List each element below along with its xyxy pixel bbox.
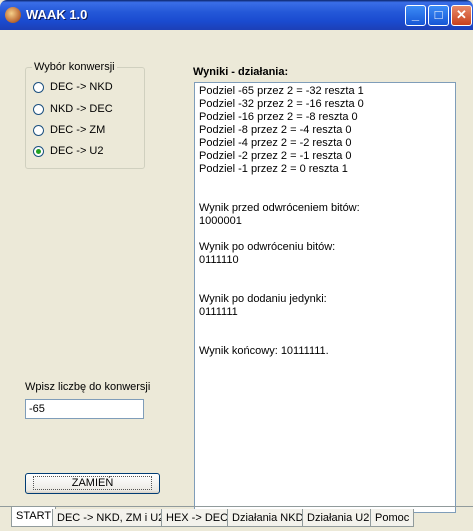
tab-start[interactable]: START <box>11 507 57 527</box>
conversion-group-title: Wybór konwersji <box>32 61 117 73</box>
maximize-button[interactable]: □ <box>428 5 449 26</box>
result-line <box>199 319 451 332</box>
close-button[interactable]: ✕ <box>451 5 472 26</box>
radio-button-icon[interactable] <box>33 103 44 115</box>
results-title: Wyniki - działania: <box>193 66 289 78</box>
result-line <box>199 189 451 202</box>
result-line <box>199 332 451 345</box>
result-line: Podziel -4 przez 2 = -2 reszta 0 <box>199 137 352 149</box>
result-line <box>199 176 451 189</box>
result-line: 0111110 <box>199 254 239 266</box>
convert-button[interactable]: ZAMIEŃ <box>25 473 160 494</box>
radio-dec-zm[interactable]: DEC -> ZM <box>33 122 105 138</box>
convert-button-label: ZAMIEŃ <box>32 476 153 490</box>
radio-button-icon[interactable] <box>33 124 44 136</box>
minimize-button[interactable]: _ <box>405 5 426 26</box>
window-title: WAAK 1.0 <box>26 7 88 22</box>
tab-dzialania-nkd[interactable]: Działania NKD <box>227 509 309 527</box>
radio-button-checked-icon[interactable] <box>33 145 44 157</box>
tab-pomoc[interactable]: Pomoc <box>370 509 415 527</box>
result-line <box>199 228 451 241</box>
result-line: 0111111 <box>199 306 238 318</box>
result-line: Podziel -16 przez 2 = -8 reszta 0 <box>199 111 358 123</box>
result-line: Wynik przed odwróceniem bitów: <box>199 202 360 214</box>
app-icon <box>5 7 21 23</box>
result-line: Podziel -65 przez 2 = -32 reszta 1 <box>199 85 364 97</box>
radio-dec-nkd[interactable]: DEC -> NKD <box>33 79 113 95</box>
radio-label: DEC -> U2 <box>50 145 104 157</box>
result-line: Wynik po odwróceniu bitów: <box>199 241 336 253</box>
tab-hex-dec[interactable]: HEX -> DEC <box>161 509 234 527</box>
radio-button-icon[interactable] <box>33 81 44 93</box>
radio-dec-u2[interactable]: DEC -> U2 <box>33 143 104 159</box>
number-input[interactable] <box>25 399 144 419</box>
tab-dec-nkd-zm-u2[interactable]: DEC -> NKD, ZM i U2 <box>52 509 170 527</box>
result-line: Podziel -32 przez 2 = -16 reszta 0 <box>199 98 364 110</box>
result-line <box>199 280 451 293</box>
radio-label: DEC -> ZM <box>50 124 106 136</box>
result-line: 1000001 <box>199 215 242 227</box>
result-line: Podziel -2 przez 2 = -1 reszta 0 <box>199 150 352 162</box>
tab-dzialania-u2[interactable]: Działania U2 <box>302 509 375 527</box>
radio-nkd-dec[interactable]: NKD -> DEC <box>33 101 113 117</box>
result-line: Wynik po dodaniu jedynki: <box>199 293 327 305</box>
results-textarea[interactable]: Podziel -65 przez 2 = -32 reszta 1 Podzie… <box>194 82 456 513</box>
result-line <box>199 267 451 280</box>
result-line: Wynik końcowy: 10111111. <box>199 345 329 357</box>
conversion-groupbox: Wybór konwersji DEC -> NKD NKD -> DEC DE… <box>25 61 145 169</box>
title-bar[interactable]: WAAK 1.0 _ □ ✕ <box>0 0 473 30</box>
input-label: Wpisz liczbę do konwersji <box>25 381 151 393</box>
radio-label: DEC -> NKD <box>50 81 113 93</box>
radio-label: NKD -> DEC <box>50 103 113 115</box>
tab-bar: START DEC -> NKD, ZM i U2 HEX -> DEC Dzi… <box>0 506 473 531</box>
result-line: Podziel -1 przez 2 = 0 reszta 1 <box>199 163 348 175</box>
result-line: Podziel -8 przez 2 = -4 reszta 0 <box>199 124 352 136</box>
